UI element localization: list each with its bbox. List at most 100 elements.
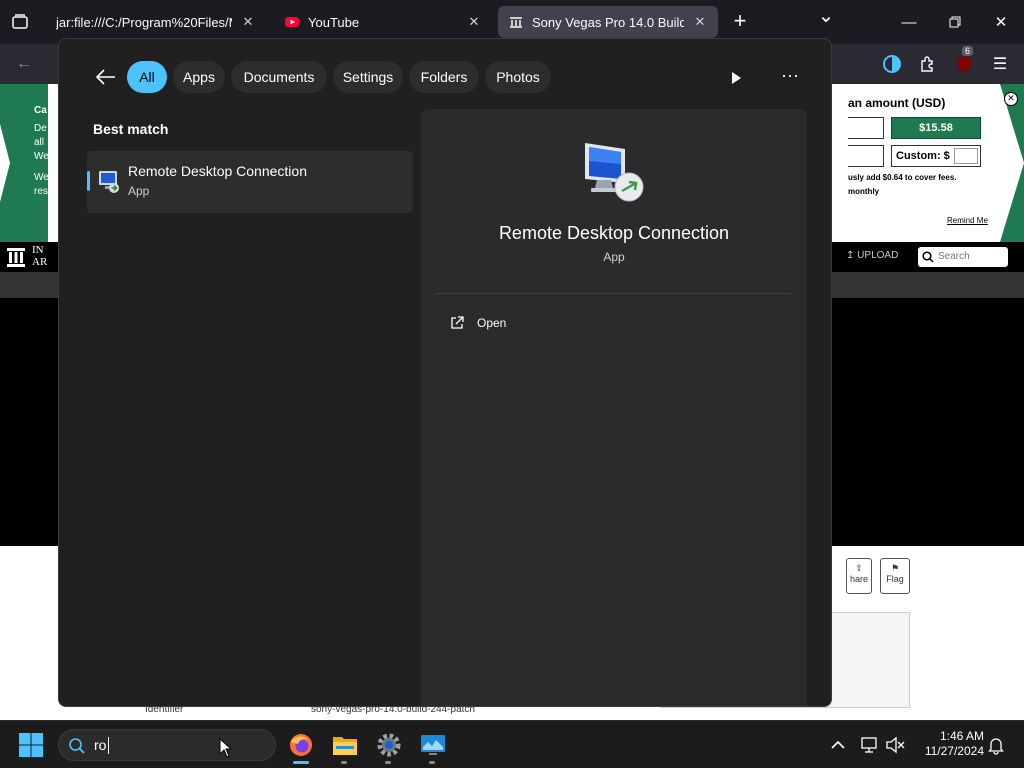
ublock-shield-icon: [957, 56, 971, 72]
filter-settings[interactable]: Settings: [333, 61, 403, 93]
network-icon: [861, 737, 877, 753]
search-query: ro: [94, 737, 107, 753]
tab-close-icon[interactable]: ✕: [466, 14, 482, 30]
minimize-button[interactable]: —: [886, 0, 932, 44]
extension-button[interactable]: [880, 52, 904, 76]
upload-link[interactable]: ↥ UPLOAD: [846, 250, 898, 261]
firefox-taskbar-button[interactable]: [287, 731, 315, 759]
filter-documents[interactable]: Documents: [231, 61, 327, 93]
tab-title: Sony Vegas Pro 14.0 Build 244 -: [532, 14, 684, 30]
clock-time: 1:46 AM: [939, 729, 984, 743]
back-button[interactable]: [93, 63, 119, 91]
share-label: hare: [849, 574, 868, 584]
close-banner-button[interactable]: ✕: [1004, 92, 1018, 106]
share-button[interactable]: ⇪ hare: [846, 558, 872, 594]
restore-icon: [949, 16, 961, 28]
tab-jar-file[interactable]: jar:file:///C:/Program%20Files/Mo: ✕: [46, 6, 266, 38]
flag-button[interactable]: ⚑ Flag: [880, 558, 910, 594]
volume-muted-icon: [886, 736, 905, 754]
menu-button[interactable]: ☰: [988, 52, 1012, 76]
filter-apps[interactable]: Apps: [173, 61, 225, 93]
back-button[interactable]: ←: [12, 52, 36, 76]
archive-logo-icon: [7, 248, 25, 267]
start-button[interactable]: [18, 732, 44, 758]
clock-date: 11/27/2024: [924, 744, 984, 758]
tab-title: jar:file:///C:/Program%20Files/Mo:: [56, 14, 232, 30]
file-explorer-taskbar-button[interactable]: [331, 731, 359, 759]
custom-amount-label: Custom: $: [896, 150, 950, 162]
ublock-button[interactable]: 6: [952, 46, 976, 76]
close-icon: ✕: [1007, 93, 1015, 103]
notifications-button[interactable]: [986, 735, 1006, 755]
remote-desktop-large-icon: [585, 143, 644, 202]
open-action[interactable]: Open: [435, 305, 791, 341]
back-arrow-icon: [95, 69, 115, 85]
banner-right-chevron: [1000, 84, 1024, 242]
flag-label: Flag: [886, 574, 904, 584]
running-indicator: [293, 761, 309, 764]
result-detail-pane: Remote Desktop Connection App Open: [421, 109, 807, 706]
filter-folders[interactable]: Folders: [409, 61, 479, 93]
running-indicator: [385, 761, 391, 764]
settings-taskbar-button[interactable]: [375, 731, 403, 759]
mouse-pointer-icon: [219, 738, 233, 758]
taskbar: ro 1:46 AM 11/27/2024: [0, 720, 1024, 768]
puzzle-icon: [921, 56, 933, 72]
filter-photos[interactable]: Photos: [485, 61, 551, 93]
open-external-icon: [451, 316, 464, 329]
extensions-button[interactable]: [916, 52, 940, 76]
tab-overview-icon: [12, 14, 28, 29]
detail-divider: [435, 293, 791, 294]
play-button[interactable]: [727, 69, 745, 87]
tab-close-icon[interactable]: ✕: [240, 14, 256, 30]
hamburger-menu-icon: ☰: [992, 56, 1008, 73]
custom-amount-input[interactable]: [954, 148, 978, 164]
list-all-tabs-button[interactable]: ⌄: [814, 6, 838, 30]
show-hidden-icons-button[interactable]: [828, 735, 848, 755]
tab-overview-button[interactable]: [8, 10, 32, 34]
remind-me-link[interactable]: Remind Me: [947, 216, 988, 225]
remote-desktop-icon: [99, 171, 119, 193]
close-window-button[interactable]: ✕: [978, 0, 1024, 44]
selection-indicator: [87, 171, 90, 191]
result-name: Remote Desktop Connection: [128, 163, 307, 179]
taskbar-search-input[interactable]: ro: [58, 729, 276, 761]
restore-button[interactable]: [932, 0, 978, 44]
volume-status-button[interactable]: [884, 735, 906, 755]
network-status-button[interactable]: [860, 735, 880, 755]
firefox-icon: [290, 734, 312, 756]
detail-app-name: Remote Desktop Connection: [498, 223, 730, 243]
monthly-text: monthly: [848, 187, 880, 196]
start-search-panel: All Apps Documents Settings Folders Phot…: [58, 38, 832, 707]
upload-label: UPLOAD: [857, 250, 899, 261]
logo-line: IN: [32, 244, 44, 256]
tab-sony-vegas[interactable]: Sony Vegas Pro 14.0 Build 244 - ✕: [498, 6, 718, 38]
amount-option-blank[interactable]: [848, 117, 884, 139]
amount-option-selected[interactable]: $15.58: [891, 117, 981, 139]
remote-app-taskbar-button[interactable]: [419, 731, 447, 759]
internet-archive-icon: [510, 17, 522, 28]
logo-line: AR: [32, 256, 48, 268]
clock[interactable]: 1:46 AM 11/27/2024: [912, 729, 984, 759]
fees-text: usly add $0.64 to cover fees.: [848, 173, 957, 182]
open-label: Open: [477, 316, 507, 330]
tab-youtube[interactable]: YouTube ✕: [274, 6, 492, 38]
more-options-button[interactable]: ···: [777, 66, 803, 89]
amount-heading: an amount (USD): [848, 96, 946, 110]
search-placeholder: Search: [938, 251, 970, 262]
amount-option-blank-2[interactable]: [848, 145, 884, 167]
new-tab-button[interactable]: +: [728, 10, 752, 34]
flag-icon: ⚑: [890, 563, 900, 573]
bell-icon: [988, 738, 1004, 755]
archive-logo-text: IN AR: [32, 244, 47, 268]
archive-search-input[interactable]: Search: [918, 247, 1008, 267]
play-icon: [732, 72, 741, 84]
back-arrow-icon: ←: [16, 55, 32, 72]
search-icon: [922, 251, 934, 263]
remote-desktop-taskbar-icon: [421, 735, 445, 755]
windows-logo-icon: [19, 733, 43, 757]
best-match-result[interactable]: Remote Desktop Connection App: [87, 151, 413, 213]
tab-close-icon[interactable]: ✕: [692, 14, 708, 30]
extension-badge: 6: [962, 46, 974, 56]
filter-all[interactable]: All: [127, 61, 167, 93]
